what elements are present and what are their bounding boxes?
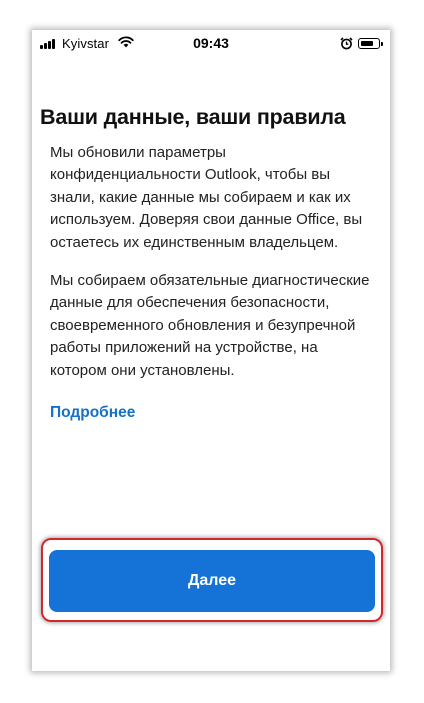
battery-icon: [358, 38, 383, 49]
learn-more-link[interactable]: Подробнее: [50, 404, 135, 422]
battery-level: [360, 40, 374, 46]
clock-time: 09:43: [193, 35, 229, 51]
next-button[interactable]: Далее: [49, 550, 375, 612]
privacy-paragraph-1: Мы обновили параметры конфиденциальности…: [50, 144, 363, 251]
page-title: Ваши данные, ваши правила: [40, 105, 346, 129]
privacy-paragraph-2: Мы собираем обязательные диагностические…: [50, 272, 370, 379]
alarm-icon: [340, 37, 353, 50]
status-bar: Kyivstar 09:43: [32, 30, 390, 58]
phone-screen: Kyivstar 09:43 Ваши данные, ваши правила…: [32, 30, 390, 671]
screenshot-canvas: Kyivstar 09:43 Ваши данные, ваши правила…: [0, 0, 424, 703]
